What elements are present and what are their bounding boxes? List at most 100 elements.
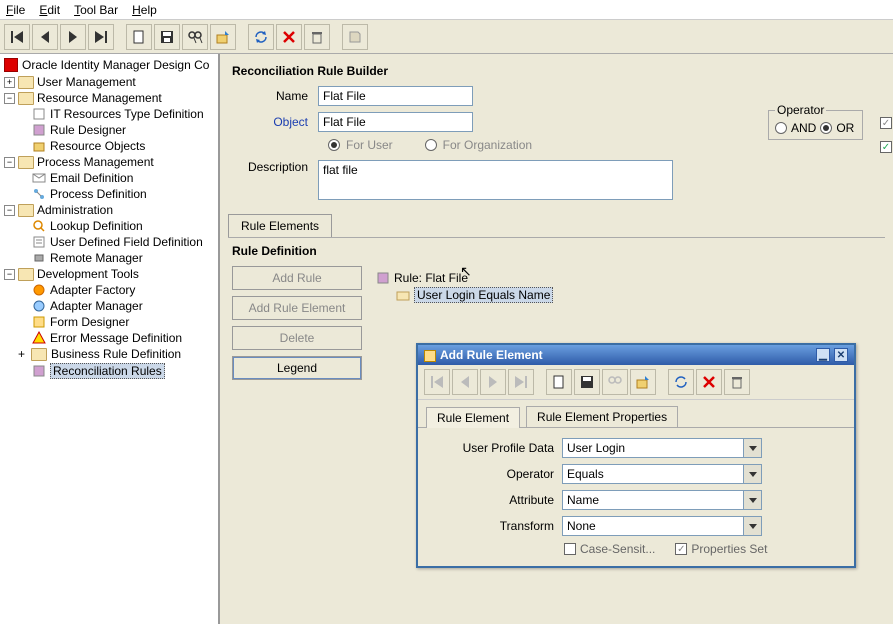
- item-adapter-manager[interactable]: Adapter Manager: [2, 298, 218, 314]
- folder-icon: [18, 204, 34, 217]
- dialog-titlebar[interactable]: Add Rule Element ▁ ✕: [418, 345, 854, 365]
- dlg-delete-button[interactable]: [696, 369, 722, 395]
- object-input[interactable]: [318, 112, 473, 132]
- chevron-down-icon[interactable]: [743, 439, 761, 457]
- add-rule-element-dialog: Add Rule Element ▁ ✕ Rule Element Rule E…: [416, 343, 856, 568]
- name-input[interactable]: [318, 86, 473, 106]
- menu-help[interactable]: Help: [132, 3, 157, 17]
- radio-and[interactable]: [775, 122, 787, 134]
- add-rule-element-button[interactable]: Add Rule Element: [232, 296, 362, 320]
- item-email-definition[interactable]: Email Definition: [2, 170, 218, 186]
- group-user-management[interactable]: + User Management: [2, 74, 218, 90]
- chevron-down-icon[interactable]: [743, 517, 761, 535]
- section-rule-definition: Rule Definition: [228, 237, 885, 262]
- expand-toggle[interactable]: +: [4, 77, 15, 88]
- group-administration[interactable]: − Administration: [2, 202, 218, 218]
- item-reconciliation-rules[interactable]: Reconciliation Rules: [2, 362, 218, 380]
- object-label: Object: [228, 115, 318, 129]
- menu-file[interactable]: File: [6, 3, 25, 17]
- delete-button[interactable]: [276, 24, 302, 50]
- item-adapter-factory[interactable]: Adapter Factory: [2, 282, 218, 298]
- folder-icon: [31, 348, 47, 361]
- minimize-icon[interactable]: ▁: [816, 348, 830, 362]
- menu-edit[interactable]: Edit: [39, 3, 60, 17]
- user-profile-data-label: User Profile Data: [432, 441, 562, 455]
- rule-root-node[interactable]: Rule: Flat File: [376, 270, 877, 286]
- radio-or[interactable]: [820, 122, 832, 134]
- first-record-button[interactable]: [4, 24, 30, 50]
- chevron-down-icon[interactable]: [743, 465, 761, 483]
- delete-rule-button[interactable]: Delete: [232, 326, 362, 350]
- trash-button[interactable]: [304, 24, 330, 50]
- collapse-toggle[interactable]: −: [4, 93, 15, 104]
- dlg-save-button[interactable]: [574, 369, 600, 395]
- case-sensitive-row: Case-Sensit...: [564, 542, 655, 556]
- item-user-defined-field[interactable]: User Defined Field Definition: [2, 234, 218, 250]
- properties-set-checkbox[interactable]: [675, 543, 687, 555]
- radio-for-user[interactable]: [328, 139, 340, 151]
- item-lookup-definition[interactable]: Lookup Definition: [2, 218, 218, 234]
- valid-checkbox-row: Valid: [880, 116, 893, 130]
- legend-button[interactable]: Legend: [232, 356, 362, 380]
- description-input[interactable]: flat file: [318, 160, 673, 200]
- transform-label: Transform: [432, 519, 562, 533]
- last-record-button[interactable]: [88, 24, 114, 50]
- group-resource-management[interactable]: − Resource Management: [2, 90, 218, 106]
- tab-rule-element-properties[interactable]: Rule Element Properties: [526, 406, 678, 427]
- tab-rule-element[interactable]: Rule Element: [426, 407, 520, 428]
- case-sensitive-checkbox[interactable]: [564, 543, 576, 555]
- item-error-message-def[interactable]: Error Message Definition: [2, 330, 218, 346]
- collapse-toggle[interactable]: −: [4, 205, 15, 216]
- dlg-export-button[interactable]: [630, 369, 656, 395]
- dlg-first-button[interactable]: [424, 369, 450, 395]
- dlg-prev-button[interactable]: [452, 369, 478, 395]
- tree-root[interactable]: Oracle Identity Manager Design Co: [0, 56, 218, 74]
- item-rule-designer[interactable]: Rule Designer: [2, 122, 218, 138]
- chevron-down-icon[interactable]: [743, 491, 761, 509]
- new-button[interactable]: [126, 24, 152, 50]
- dlg-trash-button[interactable]: [724, 369, 750, 395]
- user-profile-data-combo[interactable]: User Login: [562, 438, 762, 458]
- group-development-tools[interactable]: − Development Tools: [2, 266, 218, 282]
- refresh-button[interactable]: [248, 24, 274, 50]
- expand-toggle[interactable]: +: [18, 347, 25, 361]
- item-it-resources-type[interactable]: IT Resources Type Definition: [2, 106, 218, 122]
- add-rule-button[interactable]: Add Rule: [232, 266, 362, 290]
- menubar: File Edit Tool Bar Help: [0, 0, 893, 20]
- dlg-last-button[interactable]: [508, 369, 534, 395]
- dialog-title-text: Add Rule Element: [440, 348, 543, 362]
- radio-for-org[interactable]: [425, 139, 437, 151]
- dlg-next-button[interactable]: [480, 369, 506, 395]
- transform-combo[interactable]: None: [562, 516, 762, 536]
- dlg-new-button[interactable]: [546, 369, 572, 395]
- oracle-icon: [4, 58, 18, 72]
- folder-icon: [18, 268, 34, 281]
- tab-rule-elements[interactable]: Rule Elements: [228, 214, 332, 237]
- dlg-refresh-button[interactable]: [668, 369, 694, 395]
- item-resource-objects[interactable]: Resource Objects: [2, 138, 218, 154]
- rule-child-node[interactable]: User Login Equals Name: [376, 286, 877, 304]
- find-button[interactable]: [182, 24, 208, 50]
- export-button[interactable]: [210, 24, 236, 50]
- dlg-find-button[interactable]: [602, 369, 628, 395]
- folder-icon: [18, 76, 34, 89]
- collapse-toggle[interactable]: −: [4, 157, 15, 168]
- item-remote-manager[interactable]: Remote Manager: [2, 250, 218, 266]
- attribute-combo[interactable]: Name: [562, 490, 762, 510]
- item-form-designer[interactable]: Form Designer: [2, 314, 218, 330]
- valid-checkbox[interactable]: [880, 117, 892, 129]
- collapse-toggle[interactable]: −: [4, 269, 15, 280]
- next-record-button[interactable]: [60, 24, 86, 50]
- close-icon[interactable]: ✕: [834, 348, 848, 362]
- prev-record-button[interactable]: [32, 24, 58, 50]
- item-business-rule-def[interactable]: +Business Rule Definition: [2, 346, 218, 362]
- save-button[interactable]: [154, 24, 180, 50]
- menu-toolbar[interactable]: Tool Bar: [74, 3, 118, 17]
- item-process-definition[interactable]: Process Definition: [2, 186, 218, 202]
- operator-combo[interactable]: Equals: [562, 464, 762, 484]
- notes-button[interactable]: [342, 24, 368, 50]
- dialog-toolbar: [418, 365, 854, 400]
- operator-label: Operator: [775, 103, 826, 117]
- active-checkbox[interactable]: [880, 141, 892, 153]
- group-process-management[interactable]: − Process Management: [2, 154, 218, 170]
